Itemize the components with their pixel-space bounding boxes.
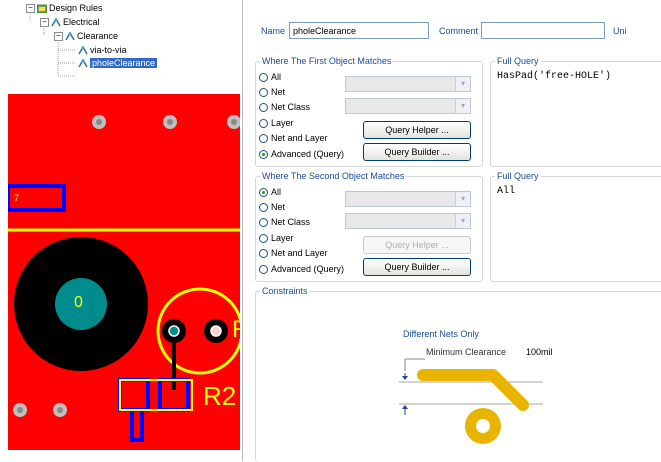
- group-title: Where The Second Object Matches: [260, 171, 407, 181]
- first-netclass-combo[interactable]: ▾: [345, 98, 471, 114]
- first-radio-net[interactable]: Net: [259, 87, 285, 97]
- first-query-builder-button[interactable]: Query Builder ...: [363, 143, 471, 161]
- group-title: Full Query: [495, 171, 541, 181]
- first-radio-advanced[interactable]: Advanced (Query): [259, 149, 344, 159]
- hole-pad: [92, 115, 106, 129]
- hole-pad: [13, 403, 27, 417]
- group-title: Where The First Object Matches: [260, 56, 394, 66]
- radio-icon[interactable]: [259, 233, 268, 243]
- first-full-query-text: HasPad('free-HOLE'): [497, 71, 612, 82]
- radio-icon[interactable]: [259, 102, 268, 112]
- chevron-down-icon[interactable]: ▾: [455, 192, 470, 206]
- second-radio-layer[interactable]: Layer: [259, 233, 294, 243]
- radio-icon[interactable]: [259, 202, 268, 212]
- chevron-down-icon[interactable]: ▾: [455, 99, 470, 113]
- second-radio-net-and-layer[interactable]: Net and Layer: [259, 248, 328, 258]
- pad-number-label: 7: [14, 193, 20, 203]
- second-net-combo[interactable]: ▾: [345, 191, 471, 207]
- second-netclass-combo[interactable]: ▾: [345, 213, 471, 229]
- second-radio-net[interactable]: Net: [259, 202, 285, 212]
- radio-selected-icon[interactable]: [259, 187, 268, 197]
- first-net-combo[interactable]: ▾: [345, 76, 471, 92]
- second-radio-advanced[interactable]: Advanced (Query): [259, 264, 344, 274]
- radio-icon[interactable]: [259, 118, 268, 128]
- rule-name-input[interactable]: pholeClearance: [289, 22, 429, 39]
- second-query-builder-button[interactable]: Query Builder ...: [363, 258, 471, 276]
- radio-icon[interactable]: [259, 133, 268, 143]
- group-title: Constraints: [260, 286, 310, 296]
- second-full-query-text: All: [497, 186, 516, 197]
- first-radio-layer[interactable]: Layer: [259, 118, 294, 128]
- first-radio-net-and-layer[interactable]: Net and Layer: [259, 133, 328, 143]
- radio-icon[interactable]: [259, 248, 268, 258]
- second-full-query-group: Full Query: [490, 171, 661, 282]
- group-title: Full Query: [495, 56, 541, 66]
- second-radio-all[interactable]: All: [259, 187, 281, 197]
- pad-designator: 0: [74, 294, 83, 311]
- rules-tree: − Design Rules − Electrical − Clearance …: [0, 0, 240, 90]
- first-query-helper-button[interactable]: Query Helper ...: [363, 121, 471, 139]
- first-radio-all[interactable]: All: [259, 72, 281, 82]
- hole-pad: [53, 403, 67, 417]
- second-radio-net-class[interactable]: Net Class: [259, 217, 310, 227]
- name-label: Name: [261, 26, 286, 36]
- chevron-down-icon[interactable]: ▾: [455, 214, 470, 228]
- comment-label: Comment: [439, 26, 479, 36]
- first-radio-net-class[interactable]: Net Class: [259, 102, 310, 112]
- component-designator: R2: [203, 381, 237, 411]
- radio-selected-icon[interactable]: [259, 149, 268, 159]
- hole-pad: [163, 115, 177, 129]
- radio-icon[interactable]: [259, 72, 268, 82]
- rule-editor-panel: Name pholeClearance Comment Uni Where Th…: [242, 0, 661, 462]
- pcb-canvas[interactable]: 7 0 R R2: [8, 94, 240, 450]
- component-designator-partial: R: [232, 316, 240, 344]
- clearance-diagram: [399, 358, 543, 444]
- radio-icon[interactable]: [259, 217, 268, 227]
- unique-id-label: Uni: [613, 26, 627, 36]
- chevron-down-icon[interactable]: ▾: [455, 77, 470, 91]
- track-shape: [417, 369, 529, 411]
- different-nets-label: Different Nets Only: [403, 329, 479, 339]
- radio-icon[interactable]: [259, 87, 268, 97]
- radio-icon[interactable]: [259, 264, 268, 274]
- comment-input[interactable]: [481, 22, 605, 39]
- second-query-helper-button[interactable]: Query Helper ...: [363, 236, 471, 254]
- tree-lines: [29, 12, 76, 77]
